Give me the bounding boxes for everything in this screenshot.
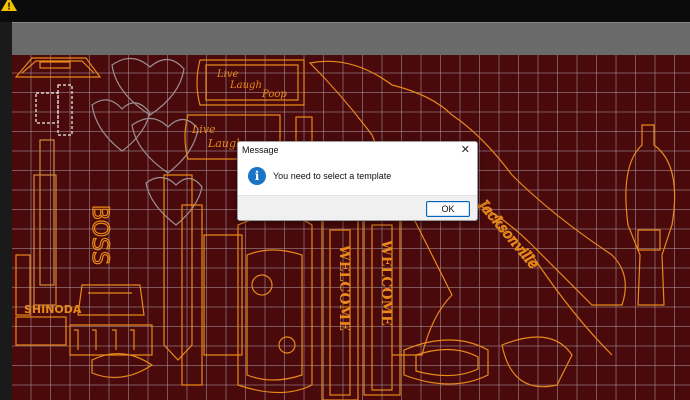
dialog-titlebar[interactable]: Message ✕ <box>238 142 477 159</box>
svg-text:WELCOME: WELCOME <box>378 239 394 326</box>
banner-design <box>14 57 102 78</box>
svg-text:Poop: Poop <box>261 89 287 100</box>
dialog-title: Message <box>242 145 279 155</box>
left-ruler <box>0 22 12 400</box>
warning-icon[interactable]: ! <box>1 0 17 11</box>
dialog-message: You need to select a template <box>273 171 392 181</box>
boss-tag: BOSS <box>33 139 113 306</box>
welcome-sign-1: WELCOME <box>321 219 359 400</box>
svg-text:BOSS: BOSS <box>87 205 112 265</box>
ok-button[interactable]: OK <box>426 201 470 217</box>
live-laugh-poop-sign: Live Laugh Poop <box>196 59 305 106</box>
svg-text:!: ! <box>7 2 10 12</box>
design-artwork: BOSS SHINODA Live Laugh Poop Live Laugh … <box>14 57 676 400</box>
dialog-body: i You need to select a template <box>238 159 477 195</box>
dialog-footer: OK <box>238 195 477 220</box>
lure-design <box>403 339 489 385</box>
welcome-sign-2: WELCOME <box>363 214 401 396</box>
message-dialog: Message ✕ i You need to select a templat… <box>237 141 478 221</box>
svg-text:Laugh: Laugh <box>229 80 262 91</box>
selection-marquee <box>35 84 73 136</box>
close-icon[interactable]: ✕ <box>461 143 470 157</box>
svg-text:Jacksonville: Jacksonville <box>473 195 542 272</box>
car-design <box>237 214 313 394</box>
figure-design <box>625 124 676 306</box>
info-icon: i <box>248 167 266 185</box>
canvas-header-strip <box>12 22 690 57</box>
svg-text:Live: Live <box>191 123 216 136</box>
key-tag-designs <box>163 174 243 386</box>
svg-text:SHINODA: SHINODA <box>24 303 82 316</box>
top-status-bar: ! <box>0 0 690 21</box>
svg-text:Live: Live <box>216 69 238 80</box>
svg-text:WELCOME: WELCOME <box>336 244 352 331</box>
